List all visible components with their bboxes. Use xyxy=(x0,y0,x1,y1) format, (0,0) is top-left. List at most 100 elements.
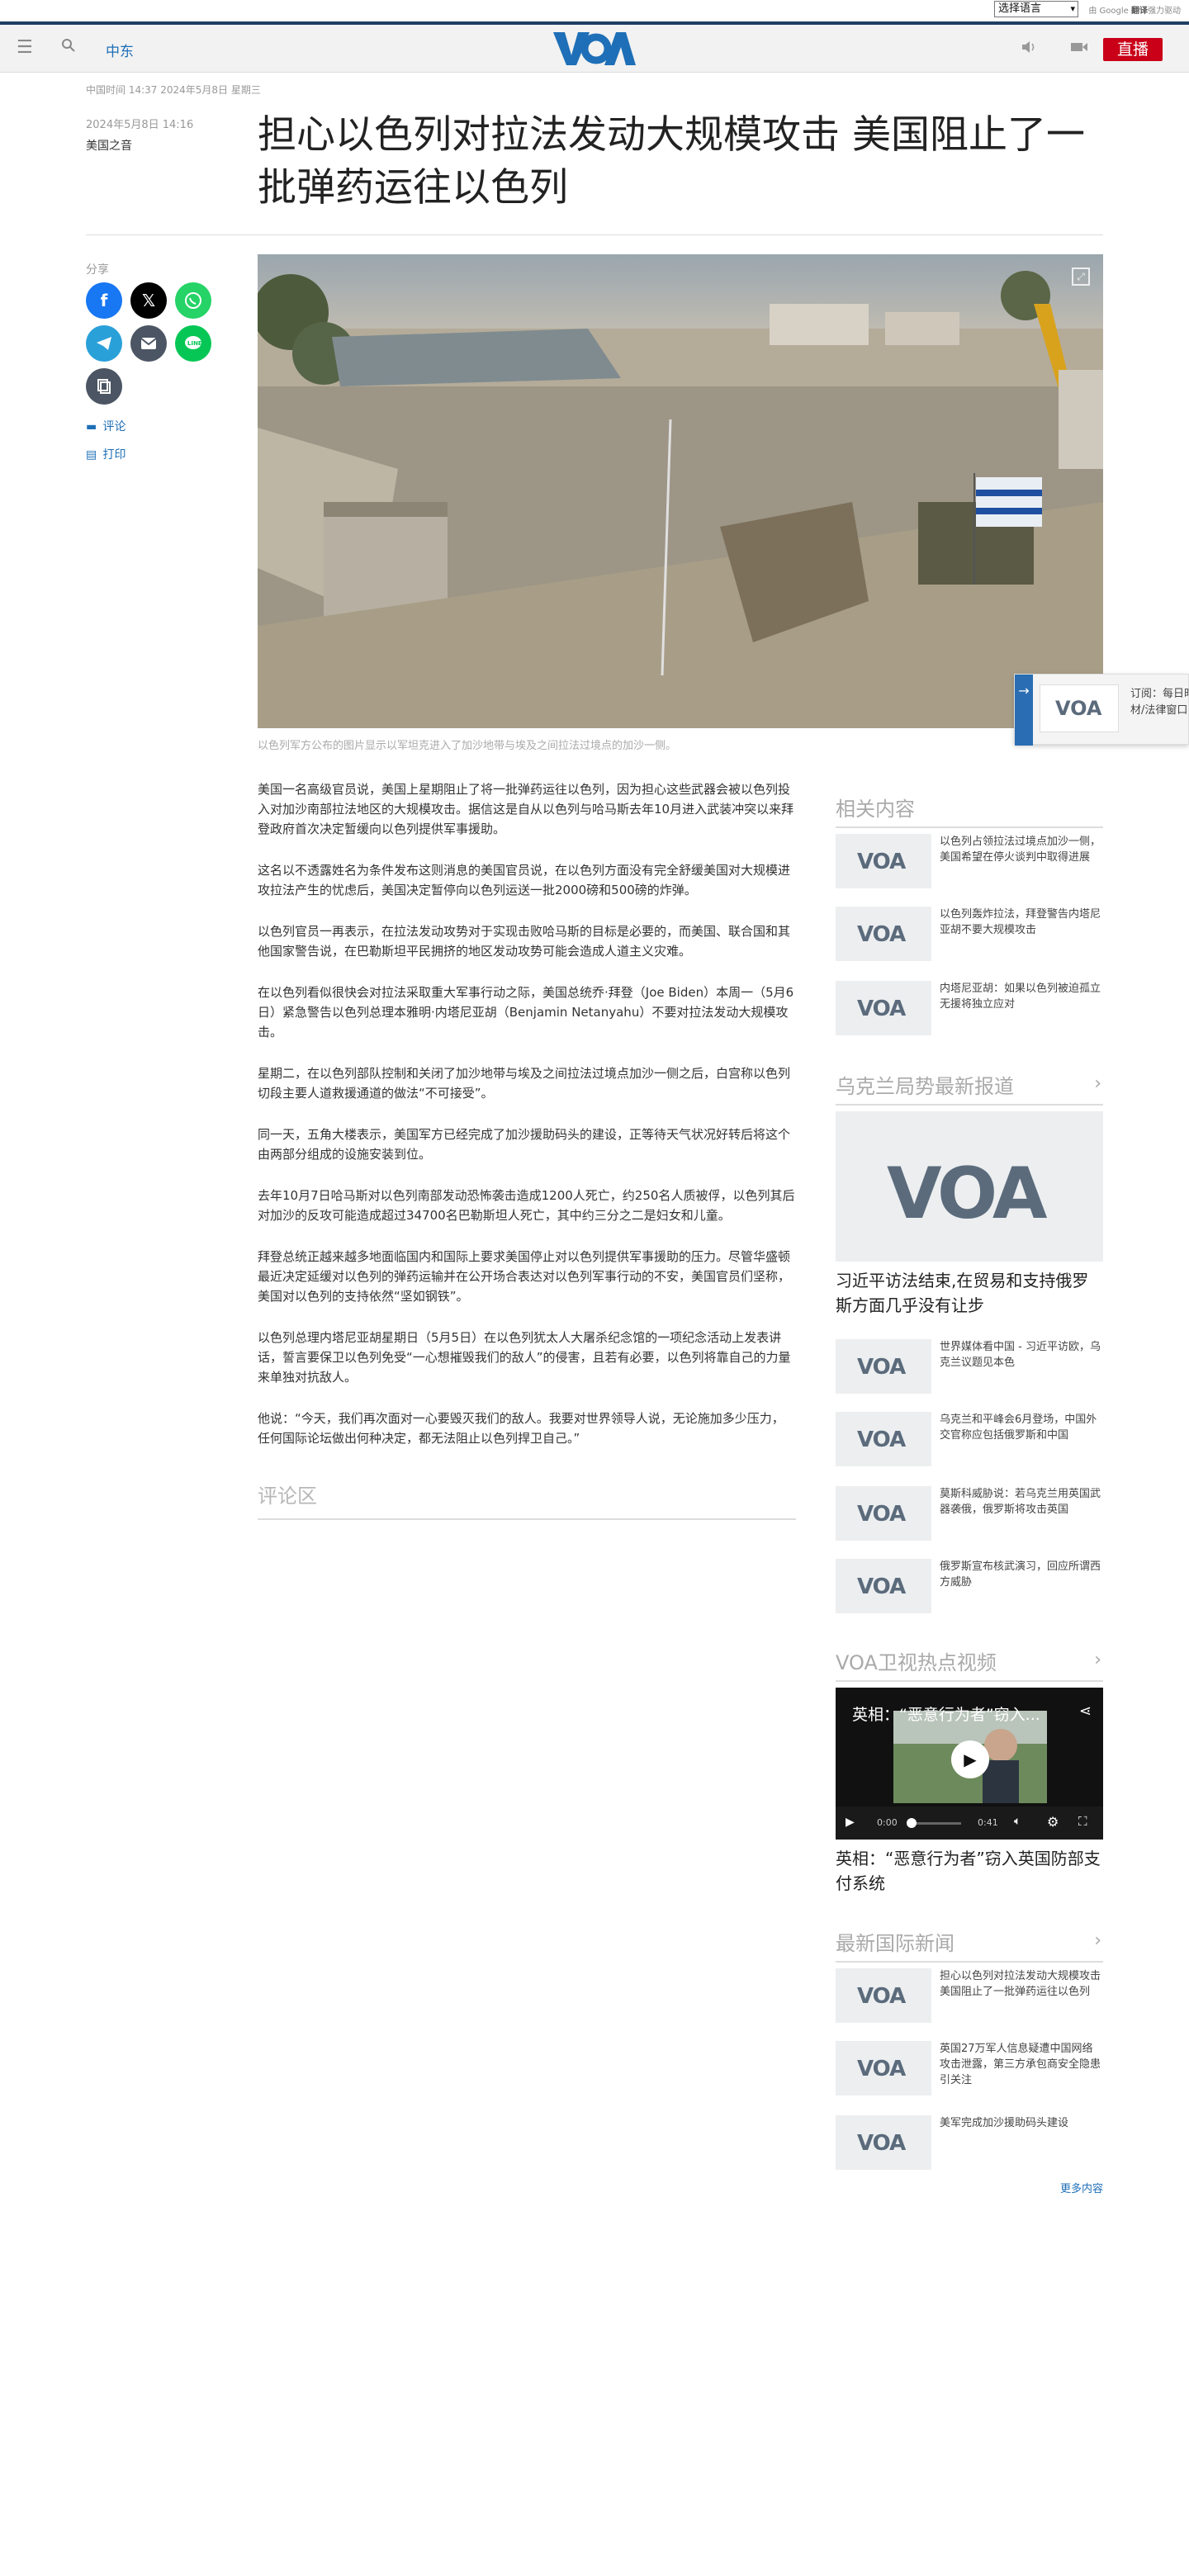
facebook-share-button[interactable]: f xyxy=(86,282,122,319)
intl-heading[interactable]: 最新国际新闻 › xyxy=(836,1927,1103,1963)
speaker-icon[interactable] xyxy=(1021,40,1037,59)
comment-link[interactable]: ▬ 评论 xyxy=(86,418,126,434)
feature-thumbnail[interactable]: VOA xyxy=(836,1111,1103,1262)
chevron-right-icon: › xyxy=(1094,1073,1101,1094)
list-item[interactable]: VOA 担心以色列对拉法发动大规模攻击 美国阻止了一批弹药运往以色列 xyxy=(836,1968,1103,2023)
paragraph: 这名以不透露姓名为条件发布这则消息的美国官员说，在以色列方面没有完全舒缓美国对大… xyxy=(258,863,791,897)
list-item[interactable]: VOA 以色列轰炸拉法，拜登警告内塔尼亚胡不要大规模攻击 xyxy=(836,907,1103,961)
list-item-title[interactable]: 以色列轰炸拉法，拜登警告内塔尼亚胡不要大规模攻击 xyxy=(940,907,1103,938)
list-item-title[interactable]: 世界媒体看中国 - 习近平访欧，乌克兰议题见本色 xyxy=(940,1339,1103,1371)
paragraph: 以色列官员一再表示，在拉法发动攻势对于实现击败哈马斯的目标是必要的，而美国、联合… xyxy=(258,924,791,959)
voa-logo[interactable] xyxy=(553,31,636,67)
print-link[interactable]: ▤ 打印 xyxy=(86,446,126,462)
thumbnail-logo: VOA xyxy=(857,1428,906,1452)
related-section: 相关内容 VOA 以色列占领拉法过境点加沙一侧，美国希望在停火谈判中取得进展 V… xyxy=(836,793,1103,1035)
copy-link-button[interactable] xyxy=(86,368,122,405)
google-translate-credit[interactable]: 由 Google 翻译强力驱动 xyxy=(1088,3,1181,16)
search-icon[interactable] xyxy=(61,38,76,57)
live-button[interactable]: 直播 xyxy=(1103,38,1163,61)
popup-thumbnail: VOA xyxy=(1040,684,1119,732)
paragraph: 同一天，五角大楼表示，美国军方已经完成了加沙援助码头的建设，正等待天气状况好转后… xyxy=(258,1127,791,1162)
menu-icon[interactable]: ☰ xyxy=(17,37,33,58)
play-icon[interactable]: ▶ xyxy=(951,1740,989,1778)
print-icon: ▤ xyxy=(86,448,97,462)
telegram-icon xyxy=(97,337,111,350)
list-item[interactable]: VOA 美军完成加沙援助码头建设 xyxy=(836,2115,1103,2170)
volume-icon[interactable]: 🔈︎ xyxy=(1014,1815,1021,1828)
list-item-title[interactable]: 担心以色列对拉法发动大规模攻击 美国阻止了一批弹药运往以色列 xyxy=(940,1968,1103,2000)
x-share-button[interactable]: 𝕏 xyxy=(130,282,167,319)
language-select[interactable]: 选择语言 ▾ xyxy=(994,1,1078,17)
email-share-button[interactable] xyxy=(130,325,167,362)
video-player[interactable]: 英相：“恶意行为者”窃入... ⋖ ▶ ▶ 0:00 0:41 🔈︎ ⚙ ⛶ xyxy=(836,1688,1103,1840)
image-caption: 以色列军方公布的图片显示以军坦克进入了加沙地带与埃及之间拉法过境点的加沙一侧。 xyxy=(258,740,677,752)
chevron-right-icon: › xyxy=(1094,1650,1101,1670)
expand-icon[interactable]: ⤢ xyxy=(1072,268,1090,286)
x-icon: 𝕏 xyxy=(141,291,156,310)
thumbnail: VOA xyxy=(836,981,931,1035)
list-item[interactable]: VOA 英国27万军人信息疑遭中国网络攻击泄露，第三方承包商安全隐患引关注 xyxy=(836,2041,1103,2095)
play-small-icon[interactable]: ▶ xyxy=(846,1816,855,1829)
list-item-title[interactable]: 乌克兰和平峰会6月登场，中国外交官称应包括俄罗斯和中国 xyxy=(940,1412,1103,1443)
email-icon xyxy=(140,338,157,349)
list-item-title[interactable]: 内塔尼亚胡：如果以色列被迫孤立无援将独立应对 xyxy=(940,981,1103,1012)
paragraph: 去年10月7日哈马斯对以色列南部发动恐怖袭击造成1200人死亡，约250名人质被… xyxy=(258,1188,795,1223)
share-icon[interactable]: ⋖ xyxy=(1079,1702,1092,1720)
video-camera-icon[interactable] xyxy=(1070,40,1088,58)
copy-icon xyxy=(97,379,111,394)
whatsapp-share-button[interactable] xyxy=(175,282,211,319)
list-item-title[interactable]: 美军完成加沙援助码头建设 xyxy=(940,2115,1103,2131)
line-share-button[interactable]: LINE xyxy=(175,325,211,362)
video-controls: ▶ 0:00 0:41 🔈︎ ⚙ ⛶ xyxy=(836,1807,1103,1840)
list-item[interactable]: VOA 世界媒体看中国 - 习近平访欧，乌克兰议题见本色 xyxy=(836,1339,1103,1394)
thumbnail-logo: VOA xyxy=(857,2131,906,2156)
list-item[interactable]: VOA 乌克兰和平峰会6月登场，中国外交官称应包括俄罗斯和中国 xyxy=(836,1412,1103,1466)
article-headline: 担心以色列对拉法发动大规模攻击 美国阻止了一批弹药运往以色列 xyxy=(258,112,1085,211)
list-item-title[interactable]: 英国27万军人信息疑遭中国网络攻击泄露，第三方承包商安全隐患引关注 xyxy=(940,2041,1103,2088)
time-current: 0:00 xyxy=(877,1817,898,1828)
thumbnail: VOA xyxy=(836,1412,931,1466)
whatsapp-icon xyxy=(185,292,201,309)
list-item[interactable]: VOA 俄罗斯宣布核武演习，回应所谓西方威胁 xyxy=(836,1559,1103,1613)
ukraine-heading[interactable]: 乌克兰局势最新报道 › xyxy=(836,1070,1103,1106)
popup-text-line1: 订阅：每日时事 xyxy=(1130,688,1189,700)
video-title[interactable]: 英相：“恶意行为者”窃入英国防部支付系统 xyxy=(836,1846,1103,1896)
section-link-middle-east[interactable]: 中东 xyxy=(106,40,134,60)
fullscreen-icon[interactable]: ⛶ xyxy=(1078,1814,1087,1829)
list-item[interactable]: VOA 内塔尼亚胡：如果以色列被迫孤立无援将独立应对 xyxy=(836,981,1103,1035)
thumbnail-logo: VOA xyxy=(857,2057,906,2081)
hero-image: ⤢ xyxy=(258,254,1103,728)
top-strip: 选择语言 ▾ 由 Google 翻译强力驱动 xyxy=(0,0,1189,21)
feature-title[interactable]: 习近平访法结束,在贸易和支持俄罗斯方面几乎没有让步 xyxy=(836,1268,1103,1318)
author: 美国之音 xyxy=(86,140,132,153)
more-link[interactable]: 更多内容 xyxy=(1060,2180,1103,2195)
thumbnail-logo: VOA xyxy=(857,1355,906,1380)
telegram-share-button[interactable] xyxy=(86,325,122,362)
progress-handle[interactable] xyxy=(907,1818,917,1828)
language-select-value: 选择语言 xyxy=(998,2,1042,15)
list-item-title[interactable]: 以色列占领拉法过境点加沙一侧，美国希望在停火谈判中取得进展 xyxy=(940,834,1103,865)
thumbnail-logo: VOA xyxy=(857,997,906,1021)
arrow-right-icon[interactable]: → xyxy=(1015,675,1033,746)
thumbnail: VOA xyxy=(836,1486,931,1541)
subscribe-popup[interactable]: → VOA 订阅：每日时事材/法律窗口 xyxy=(1014,674,1189,746)
chevron-down-icon: ▾ xyxy=(1070,3,1075,14)
comment-icon: ▬ xyxy=(86,420,97,433)
settings-icon[interactable]: ⚙ xyxy=(1047,1814,1059,1830)
google-translate-text: 翻译 xyxy=(1131,7,1148,16)
paragraph: 拜登总统正越来越多地面临国内和国际上要求美国停止对以色列提供军事援助的压力。尽管… xyxy=(258,1249,791,1304)
publish-date: 2024年5月8日 14:16 xyxy=(86,119,194,131)
thumbnail-logo: VOA xyxy=(857,850,906,874)
list-item[interactable]: VOA 以色列占领拉法过境点加沙一侧，美国希望在停火谈判中取得进展 xyxy=(836,834,1103,888)
list-item-title[interactable]: 莫斯科威胁说：若乌克兰用英国武器袭俄，俄罗斯将攻击英国 xyxy=(940,1486,1103,1518)
video-heading-text: VOA卫视热点视频 xyxy=(836,1651,997,1674)
video-heading[interactable]: VOA卫视热点视频 › xyxy=(836,1646,1103,1682)
line-icon: LINE xyxy=(185,336,202,349)
google-powered-text: 由 Google xyxy=(1088,7,1129,16)
list-item-title[interactable]: 俄罗斯宣布核武演习，回应所谓西方威胁 xyxy=(940,1559,1103,1590)
thumbnail: VOA xyxy=(836,834,931,888)
thumbnail: VOA xyxy=(836,907,931,961)
ukraine-section: 乌克兰局势最新报道 › VOA 习近平访法结束,在贸易和支持俄罗斯方面几乎没有让步… xyxy=(836,1070,1103,1613)
list-item[interactable]: VOA 莫斯科威胁说：若乌克兰用英国武器袭俄，俄罗斯将攻击英国 xyxy=(836,1486,1103,1541)
facebook-icon: f xyxy=(100,291,108,310)
